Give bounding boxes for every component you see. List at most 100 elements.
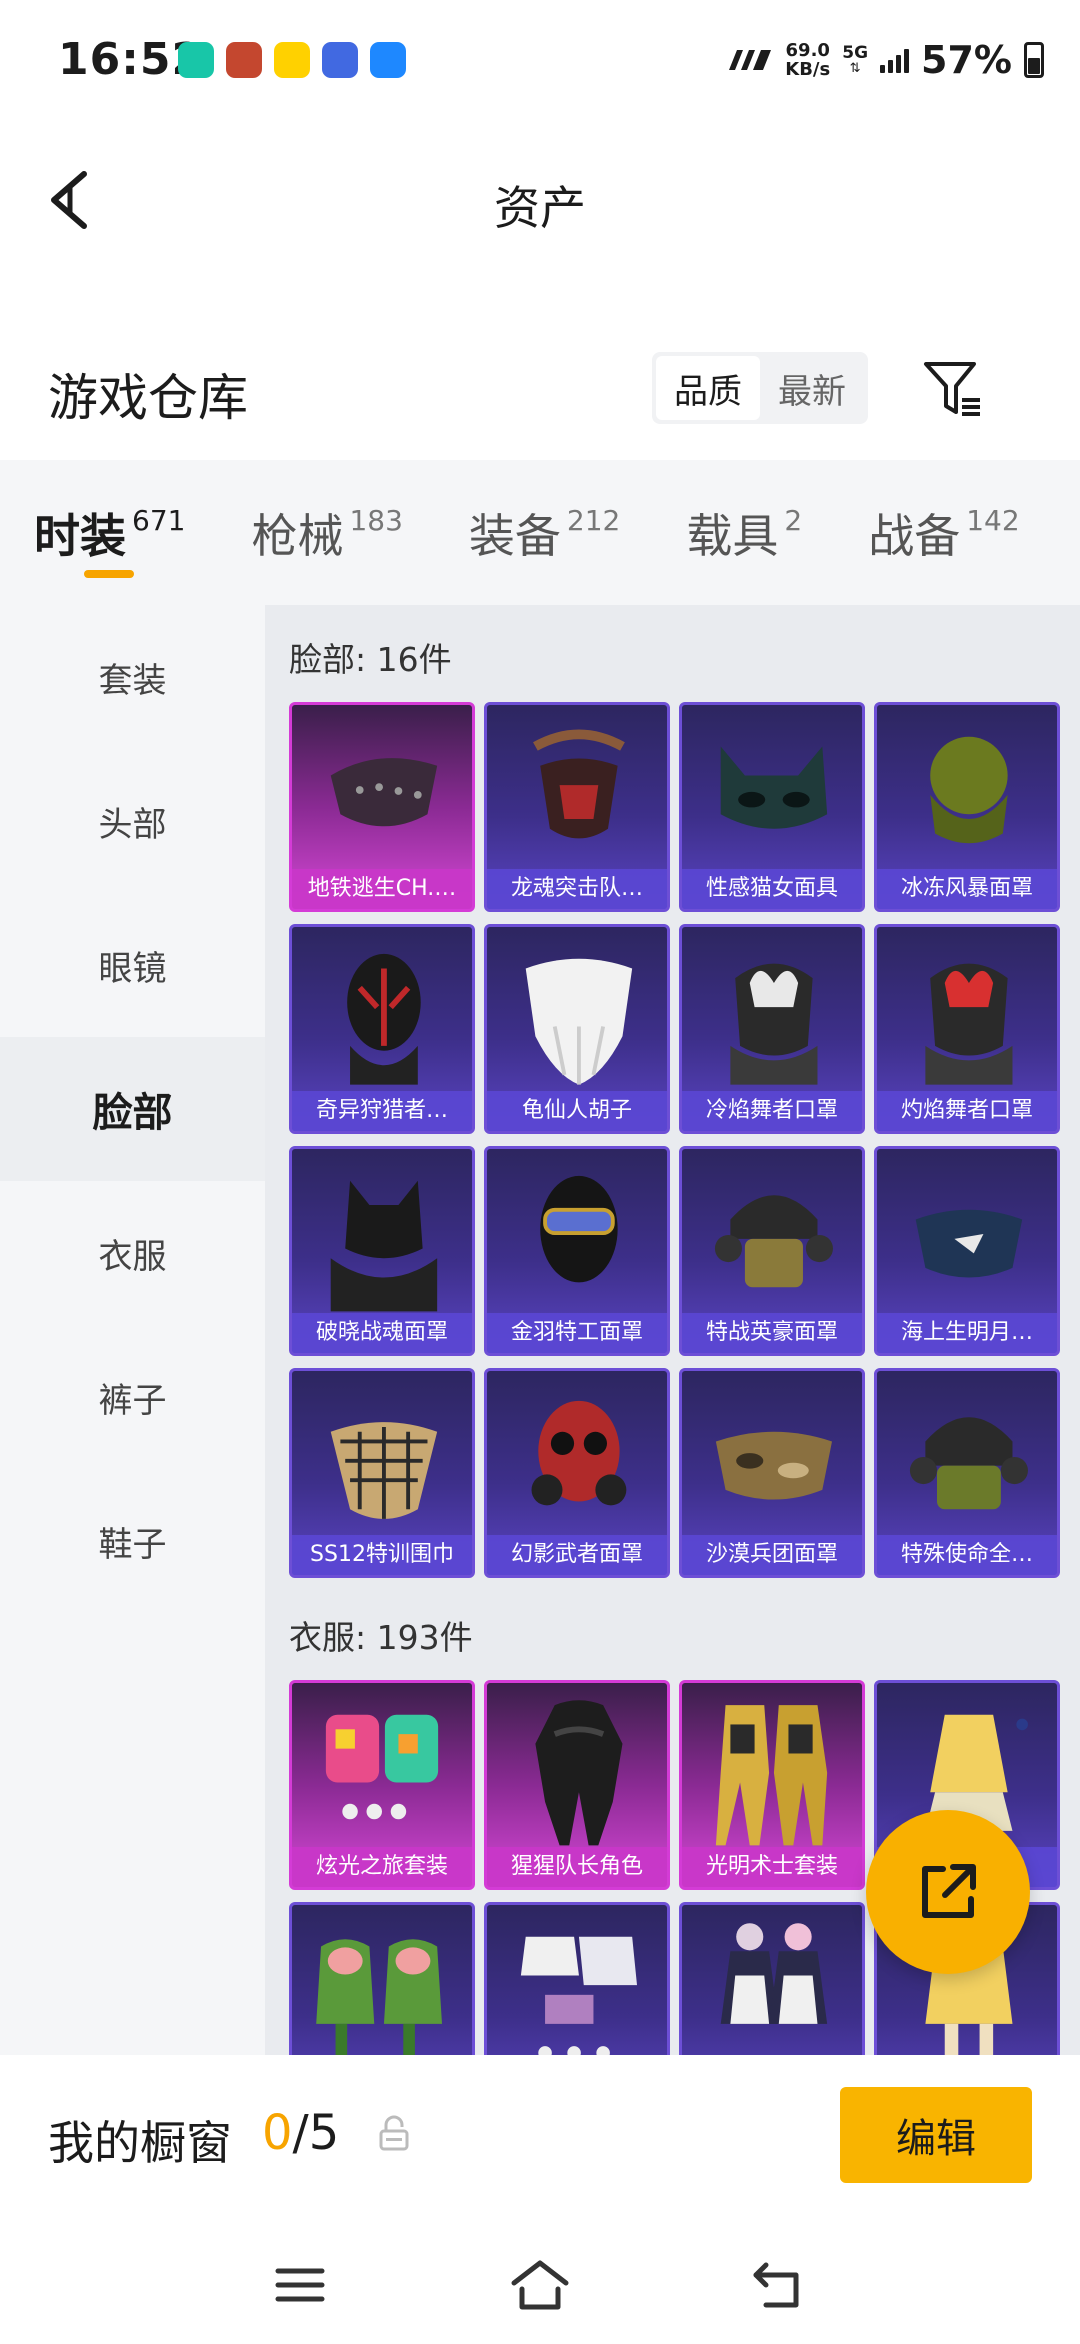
item-image (682, 927, 862, 1097)
lock-icon (379, 2115, 409, 2151)
tab-count: 671 (132, 504, 186, 537)
share-icon (922, 1864, 976, 1918)
tab-count: 183 (349, 504, 403, 537)
sidebar: 套装 头部 眼镜 脸部 衣服 裤子 鞋子 (0, 605, 265, 2055)
sidebar-item-head[interactable]: 头部 (0, 749, 265, 893)
sidebar-item-pants[interactable]: 裤子 (0, 1325, 265, 1469)
item-image (487, 1683, 667, 1853)
item-name: 龙魂突击队… (487, 869, 667, 909)
showcase-total: /5 (292, 2105, 340, 2161)
item-card[interactable]: 幻影武者面罩 (484, 1368, 670, 1578)
network-type: 5G ⇅ (842, 43, 869, 76)
item-card[interactable]: 猩猩队长角色 (484, 1680, 670, 1890)
item-card[interactable]: 奇异狩猎者… (289, 924, 475, 1134)
item-card[interactable] (484, 1902, 670, 2055)
section-title-face: 脸部: 16件 (289, 640, 452, 679)
item-card[interactable]: 炫光之旅套装 (289, 1680, 475, 1890)
data-arrows-icon: ⇅ (849, 61, 861, 76)
sort-newest-button[interactable]: 最新 (760, 356, 864, 420)
share-button[interactable] (866, 1810, 1030, 1974)
item-card[interactable] (679, 1902, 865, 2055)
item-card[interactable]: 冰冻风暴面罩 (874, 702, 1060, 912)
tab-vehicles[interactable]: 载具 2 (686, 460, 802, 566)
item-name: 沙漠兵团面罩 (682, 1535, 862, 1575)
tab-supplies[interactable]: 战备 142 (868, 460, 1019, 566)
sort-toggle: 品质 最新 (652, 352, 868, 424)
item-card[interactable]: 光明术士套装 (679, 1680, 865, 1890)
meituan-app-icon (274, 42, 310, 78)
sort-quality-button[interactable]: 品质 (656, 356, 760, 420)
item-card[interactable]: 特殊使命全… (874, 1368, 1060, 1578)
item-card[interactable] (289, 1902, 475, 2055)
item-image (292, 927, 472, 1097)
menu-nav-button[interactable] (260, 2253, 340, 2317)
item-image (682, 1683, 862, 1853)
tab-equipment[interactable]: 装备 212 (469, 460, 620, 566)
battery-percent: 57% (921, 38, 1012, 82)
net-speed-unit: KB/s (785, 59, 831, 80)
item-name: 灼焰舞者口罩 (877, 1091, 1057, 1131)
sidebar-item-shoes[interactable]: 鞋子 (0, 1469, 265, 1613)
status-indicators: 69.0 KB/s 5G ⇅ 57% (727, 38, 1044, 82)
status-bar: 16:52 69.0 KB/s 5G ⇅ 57% (0, 0, 1080, 120)
item-image (487, 1905, 667, 2055)
item-image (877, 1149, 1057, 1319)
item-name: 幻影武者面罩 (487, 1535, 667, 1575)
item-card[interactable]: 龙魂突击队… (484, 702, 670, 912)
warehouse-title: 游戏仓库 (48, 369, 248, 427)
net-speed: 69.0 KB/s (785, 41, 830, 79)
item-name: 破晓战魂面罩 (292, 1313, 472, 1353)
menu-icon (275, 2268, 325, 2302)
item-card[interactable]: 冷焰舞者口罩 (679, 924, 865, 1134)
item-card[interactable]: SS12特训围巾 (289, 1368, 475, 1578)
item-image (877, 927, 1057, 1097)
sidebar-item-clothes[interactable]: 衣服 (0, 1181, 265, 1325)
item-card[interactable]: 地铁逃生CH.… (289, 702, 475, 912)
signal-brand-icon (729, 50, 772, 70)
battery-icon (1024, 42, 1044, 78)
item-image (682, 1371, 862, 1541)
tab-label: 枪械 (251, 509, 344, 563)
item-image (292, 1905, 472, 2055)
item-image (682, 1149, 862, 1319)
category-tabs: 时装 671 枪械 183 装备 212 载具 2 战备 142 (0, 460, 1080, 605)
shield-app-icon (178, 42, 214, 78)
filter-button[interactable] (920, 356, 986, 422)
item-card[interactable]: 金羽特工面罩 (484, 1146, 670, 1356)
item-card[interactable]: 破晓战魂面罩 (289, 1146, 475, 1356)
vivo-app-icon (322, 42, 358, 78)
item-card[interactable]: 特战英豪面罩 (679, 1146, 865, 1356)
item-name: 海上生明月… (877, 1313, 1057, 1353)
edit-button[interactable]: 编辑 (840, 2087, 1032, 2183)
item-name: 冰冻风暴面罩 (877, 869, 1057, 909)
home-nav-button[interactable] (500, 2253, 580, 2317)
filter-icon (924, 362, 980, 416)
item-card[interactable]: 沙漠兵团面罩 (679, 1368, 865, 1578)
item-image (487, 927, 667, 1097)
item-name: 龟仙人胡子 (487, 1091, 667, 1131)
item-card[interactable]: 性感猫女面具 (679, 702, 865, 912)
sidebar-item-outfit[interactable]: 套装 (0, 605, 265, 749)
item-card[interactable]: 海上生明月… (874, 1146, 1060, 1356)
back-nav-button[interactable] (740, 2253, 820, 2317)
tab-fashion[interactable]: 时装 671 (34, 460, 186, 578)
item-name: SS12特训围巾 (292, 1535, 472, 1575)
tab-guns[interactable]: 枪械 183 (251, 460, 402, 566)
sidebar-item-glasses[interactable]: 眼镜 (0, 893, 265, 1037)
network-label: 5G (842, 43, 869, 63)
item-name: 金羽特工面罩 (487, 1313, 667, 1353)
assets-page: 16:52 69.0 KB/s 5G ⇅ 57% 资产 游戏仓库 品质 最新 时… (0, 0, 1080, 2344)
item-card[interactable]: 灼焰舞者口罩 (874, 924, 1060, 1134)
item-name: 冷焰舞者口罩 (682, 1091, 862, 1131)
item-image (292, 1683, 472, 1853)
system-nav-bar (0, 2225, 1080, 2344)
section-title-clothes: 衣服: 193件 (289, 1618, 473, 1657)
item-card[interactable]: 龟仙人胡子 (484, 924, 670, 1134)
tab-label: 装备 (468, 509, 561, 563)
item-name: 猩猩队长角色 (487, 1847, 667, 1887)
showcase-label: 我的橱窗 (48, 2116, 232, 2170)
item-image (292, 1371, 472, 1541)
title-bar: 资产 (0, 130, 1080, 270)
sidebar-item-face[interactable]: 脸部 (0, 1037, 265, 1181)
item-image (487, 1371, 667, 1541)
